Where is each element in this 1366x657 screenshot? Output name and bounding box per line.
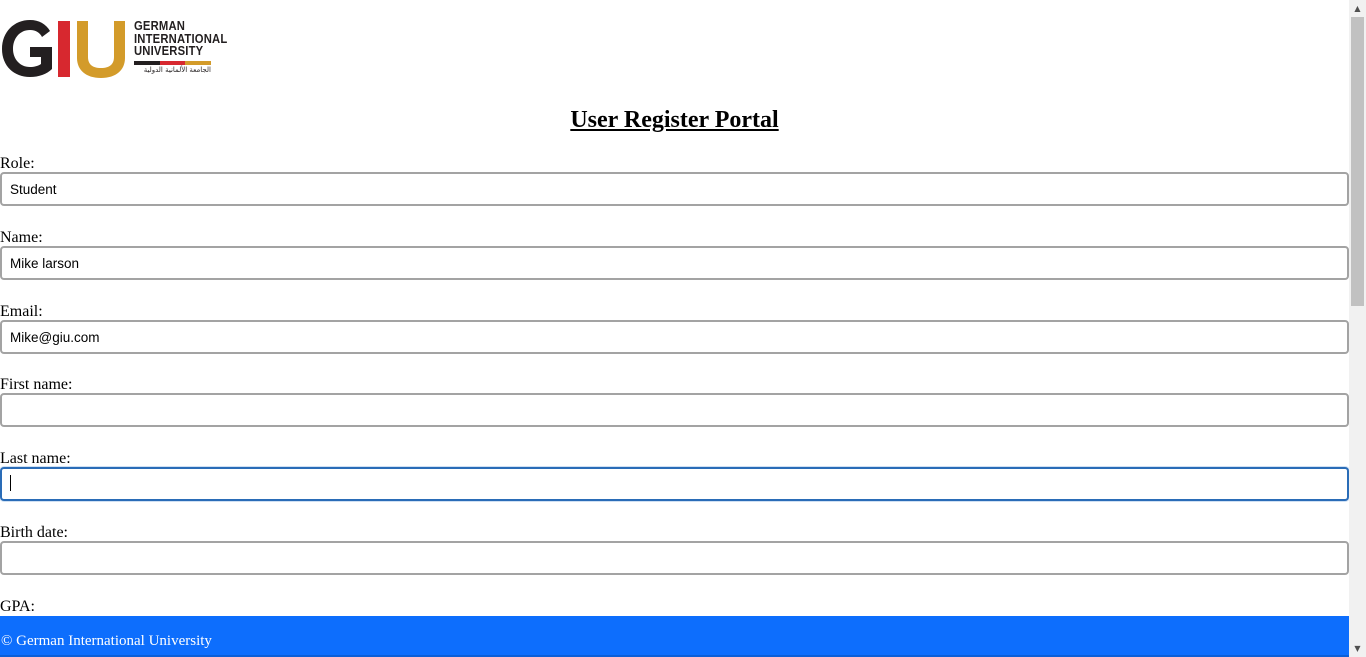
scrollbar-thumb[interactable]	[1351, 17, 1364, 306]
giu-logo: GERMAN INTERNATIONAL UNIVERSITY الجامعة …	[0, 17, 245, 81]
name-label: Name:	[0, 229, 43, 246]
scroll-down-arrow-icon[interactable]: ▼	[1349, 640, 1366, 657]
logo-line-3: UNIVERSITY	[134, 44, 204, 58]
vertical-scrollbar[interactable]: ▲ ▼	[1349, 0, 1366, 657]
first-name-label: First name:	[0, 376, 73, 393]
logo-wordmark: GERMAN INTERNATIONAL UNIVERSITY	[134, 20, 227, 58]
text-caret	[10, 475, 11, 491]
email-label: Email:	[0, 303, 43, 320]
main-content: GERMAN INTERNATIONAL UNIVERSITY الجامعة …	[0, 0, 1349, 657]
footer: © German International University	[0, 616, 1349, 657]
logo-flag-stripe	[134, 61, 212, 65]
last-name-field-wrapper	[0, 467, 1349, 501]
page-title: User Register Portal	[570, 107, 779, 133]
first-name-input[interactable]	[0, 393, 1349, 427]
footer-copyright: © German International University	[1, 633, 212, 649]
name-input[interactable]	[0, 246, 1349, 280]
scroll-up-arrow-icon[interactable]: ▲	[1349, 0, 1366, 17]
birth-date-input[interactable]	[0, 541, 1349, 575]
gpa-label: GPA:	[0, 598, 35, 615]
role-input[interactable]	[0, 172, 1349, 206]
email-input[interactable]	[0, 320, 1349, 354]
last-name-label: Last name:	[0, 450, 71, 467]
page: GERMAN INTERNATIONAL UNIVERSITY الجامعة …	[0, 0, 1366, 657]
last-name-input[interactable]	[0, 467, 1349, 501]
logo-line-1: GERMAN	[134, 19, 186, 33]
role-label: Role:	[0, 155, 35, 172]
logo-arabic-text: الجامعة الألمانية الدولية	[143, 66, 211, 74]
birth-date-label: Birth date:	[0, 524, 68, 541]
giu-logo-mark-icon	[2, 20, 125, 78]
